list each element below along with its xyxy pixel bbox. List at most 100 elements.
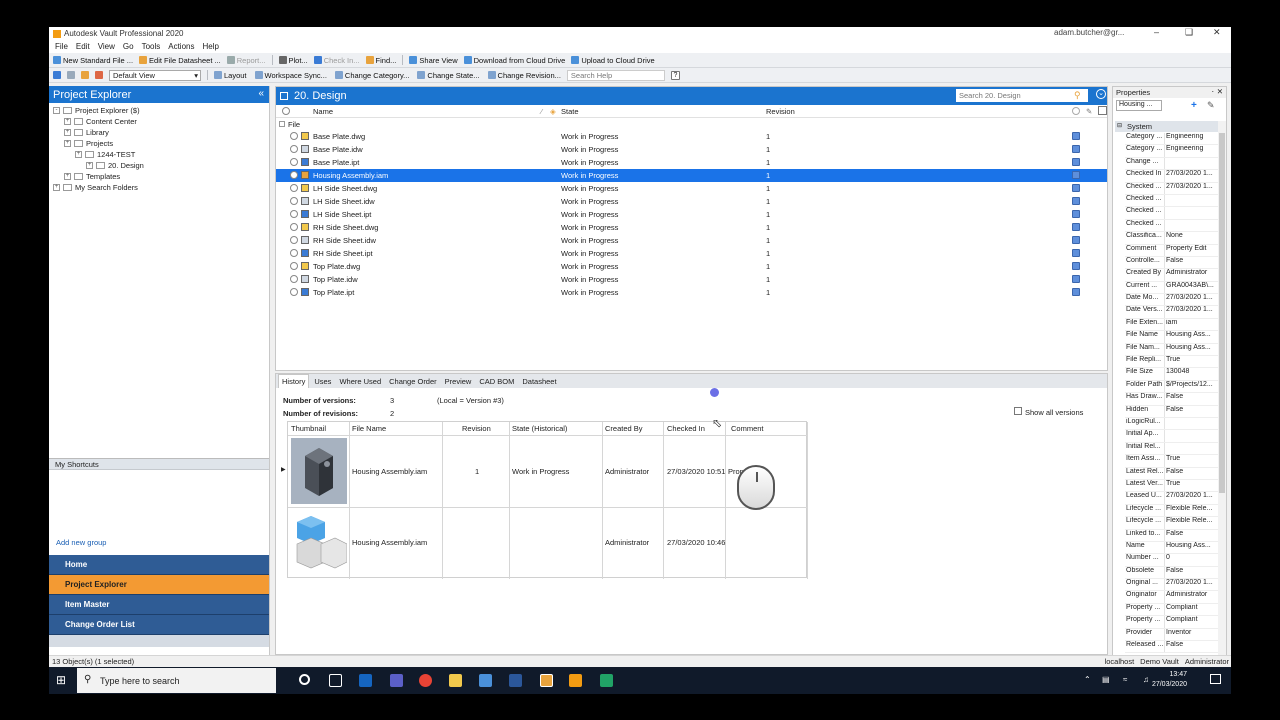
toolbar-button-download-from-cloud-drive[interactable]: Download from Cloud Drive	[463, 56, 565, 65]
file-row[interactable]: RH Side Sheet.ipt Work in Progress 1	[276, 247, 1107, 260]
property-row[interactable]: Comment Property Edit	[1125, 244, 1219, 257]
property-row[interactable]: Checked In 27/03/2020 1...	[1125, 170, 1219, 183]
file-explorer-icon[interactable]	[449, 674, 462, 687]
property-row[interactable]: Lifecycle ... Flexible Rele...	[1125, 504, 1219, 518]
property-row[interactable]: File Name Housing Ass...	[1125, 331, 1219, 344]
toolbar-button-workspace-sync[interactable]: Workspace Sync...	[254, 71, 327, 80]
help-icon[interactable]: ?	[670, 70, 680, 80]
tree-toggle-icon[interactable]: +	[64, 173, 71, 180]
history-column-checked-in[interactable]: Checked In	[667, 422, 705, 435]
toolbar-button-share-view[interactable]: Share View	[409, 56, 458, 65]
tree-toggle-icon[interactable]: +	[75, 151, 82, 158]
toolbar-button-edit-file-datasheet[interactable]: Edit File Datasheet ...	[139, 56, 221, 65]
file-row[interactable]: Top Plate.idw Work in Progress 1	[276, 273, 1107, 286]
file-row[interactable]: Base Plate.dwg Work in Progress 1	[276, 130, 1107, 143]
thumbnail-assembly-v1[interactable]	[291, 510, 348, 576]
file-row[interactable]: Base Plate.ipt Work in Progress 1	[276, 156, 1107, 169]
tree-node-content-center[interactable]: + Content Center	[53, 116, 269, 127]
property-row[interactable]: Provider Inventor	[1125, 628, 1219, 642]
maximize-icon[interactable]: ❑	[1185, 27, 1193, 38]
property-row[interactable]: File Exten... iam	[1125, 318, 1219, 332]
pin-icon[interactable]: ⋅	[1212, 87, 1214, 96]
property-row[interactable]: Property ... Compliant	[1125, 616, 1219, 629]
property-row[interactable]: Leased U... 27/03/2020 1...	[1125, 492, 1219, 505]
home-view-icon[interactable]	[95, 71, 103, 79]
scrollbar-thumb[interactable]	[1219, 133, 1225, 493]
vault-pro-icon[interactable]	[540, 674, 553, 687]
history-column-file-name[interactable]: File Name	[352, 422, 386, 435]
toolbar-button-plot[interactable]: Plot...	[278, 56, 308, 65]
row-select-radio[interactable]	[290, 171, 298, 179]
property-row[interactable]: Initial Rel...	[1125, 442, 1219, 456]
toolbar-button-upload-to-cloud-drive[interactable]: Upload to Cloud Drive	[571, 56, 655, 65]
group-expand-icon[interactable]: ⊟	[1117, 122, 1122, 129]
column-name[interactable]: Name	[313, 107, 333, 116]
tab-uses[interactable]: Uses	[311, 375, 334, 388]
property-row[interactable]: Original ... 27/03/2020 1...	[1125, 579, 1219, 592]
property-row[interactable]: Initial Ap...	[1125, 430, 1219, 443]
thumbnail-assembly-v3[interactable]	[291, 438, 347, 504]
tab-datasheet[interactable]: Datasheet	[519, 375, 559, 388]
select-all-radio[interactable]	[282, 107, 290, 115]
property-row[interactable]: Latest Ver... True	[1125, 479, 1219, 493]
file-row[interactable]: Housing Assembly.iam Work in Progress 1	[276, 169, 1107, 182]
toolbar-button-change-state[interactable]: Change State...	[417, 71, 480, 80]
up-folder-icon[interactable]	[81, 71, 89, 79]
tree-toggle-icon[interactable]: +	[86, 162, 93, 169]
row-select-radio[interactable]	[290, 132, 298, 140]
history-column-comment[interactable]: Comment	[731, 422, 764, 435]
row-select-radio[interactable]	[290, 197, 298, 205]
network-icon[interactable]: ▤	[1102, 675, 1110, 684]
tree-toggle-icon[interactable]: -	[53, 107, 60, 114]
row-select-radio[interactable]	[290, 236, 298, 244]
toolbar-button-find[interactable]: Find...	[365, 56, 396, 65]
history-column-revision[interactable]: Revision	[462, 422, 491, 435]
property-row[interactable]: Name Housing Ass...	[1125, 541, 1219, 555]
tree-toggle-icon[interactable]: +	[64, 129, 71, 136]
property-row[interactable]: Current ... GRA0043AB\...	[1125, 281, 1219, 295]
tab-cad-bom[interactable]: CAD BOM	[476, 375, 517, 388]
tree-node-20-design[interactable]: +20. Design	[53, 160, 269, 171]
property-row[interactable]: Checked ...	[1125, 194, 1219, 208]
close-properties-icon[interactable]: ✕	[1217, 87, 1223, 96]
property-row[interactable]: Date Vers... 27/03/2020 1...	[1125, 306, 1219, 319]
back-icon[interactable]	[53, 71, 61, 79]
file-row[interactable]: Top Plate.ipt Work in Progress 1	[276, 286, 1107, 299]
property-row[interactable]: Date Mo... 27/03/2020 1...	[1125, 294, 1219, 307]
property-row[interactable]: File Size 130048	[1125, 368, 1219, 381]
row-select-radio[interactable]	[290, 158, 298, 166]
property-row[interactable]: Originator Administrator	[1125, 591, 1219, 604]
toolbar-button-check-in[interactable]: Check In...	[313, 56, 360, 65]
add-new-group-link[interactable]: Add new group	[56, 538, 106, 547]
history-column-thumbnail[interactable]: Thumbnail	[291, 422, 326, 435]
toolbar-button-change-revision[interactable]: Change Revision...	[487, 71, 561, 80]
row-select-radio[interactable]	[290, 288, 298, 296]
property-row[interactable]: Has Draw... False	[1125, 393, 1219, 406]
sheets-icon[interactable]	[600, 674, 613, 687]
nav-project-explorer[interactable]: Project Explorer	[49, 575, 269, 595]
chrome-icon[interactable]	[419, 674, 432, 687]
property-row[interactable]: Item Assi... True	[1125, 455, 1219, 468]
property-row[interactable]: Checked ... 27/03/2020 1...	[1125, 182, 1219, 195]
property-row[interactable]: Hidden False	[1125, 405, 1219, 418]
user-account[interactable]: adam.butcher@gr...	[1054, 28, 1124, 37]
system-clock[interactable]: 13:47 27/03/2020	[1152, 670, 1187, 690]
tab-change-order[interactable]: Change Order	[386, 375, 440, 388]
row-select-radio[interactable]	[290, 262, 298, 270]
tree-node-my-search-folders[interactable]: + My Search Folders	[53, 182, 269, 193]
help-search-input[interactable]: Search Help	[566, 69, 665, 81]
file-row[interactable]: Base Plate.idw Work in Progress 1	[276, 143, 1107, 156]
row-select-radio[interactable]	[290, 145, 298, 153]
property-row[interactable]: Property ... Compliant	[1125, 603, 1219, 617]
nav-change-order-list[interactable]: Change Order List	[49, 615, 269, 635]
property-row[interactable]: Obsolete False	[1125, 566, 1219, 580]
history-column-state-historical[interactable]: State (Historical)	[512, 422, 567, 435]
tree-node-1244-test[interactable]: +1244-TEST	[53, 149, 269, 160]
minimize-icon[interactable]: –	[1154, 27, 1159, 37]
property-row[interactable]: Number ... 0	[1125, 554, 1219, 567]
toolbar-button-layout[interactable]: Layout	[214, 71, 247, 80]
menu-file[interactable]: File	[55, 42, 68, 51]
property-row[interactable]: Category ... Engineering	[1125, 133, 1219, 146]
tree-toggle-icon[interactable]: +	[53, 184, 60, 191]
menu-actions[interactable]: Actions	[168, 42, 194, 51]
